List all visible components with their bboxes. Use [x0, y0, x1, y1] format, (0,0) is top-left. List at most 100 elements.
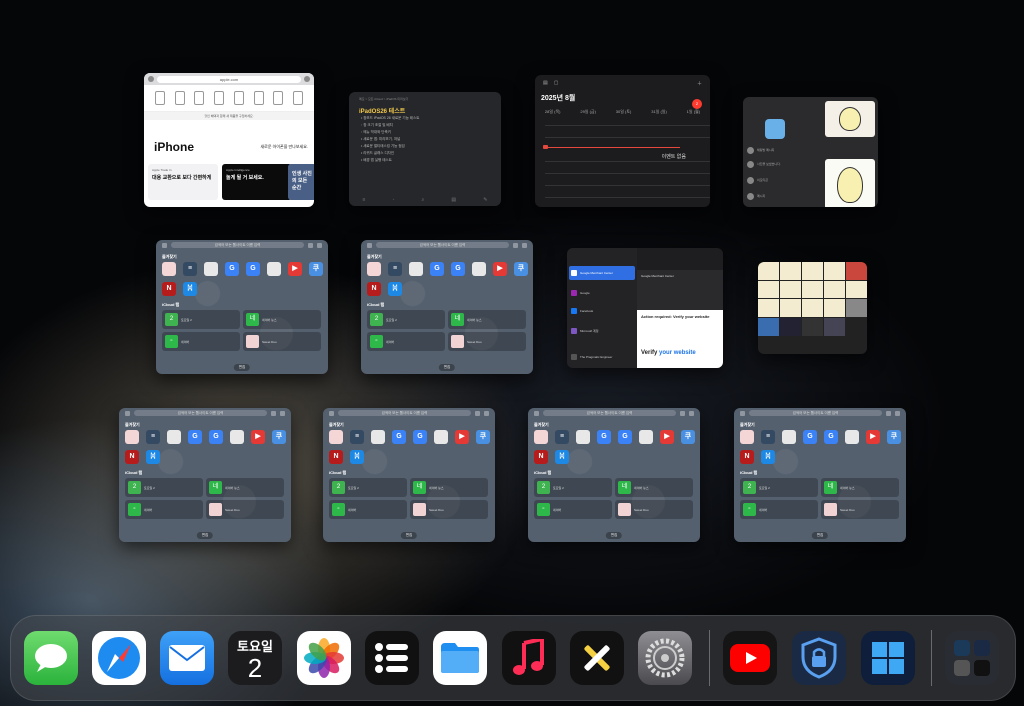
share-icon[interactable]	[308, 242, 313, 248]
favorite-site-icon[interactable]: ≡	[350, 430, 364, 444]
add-icon[interactable]: ＋	[697, 80, 702, 87]
app-library[interactable]	[945, 631, 999, 685]
compose-icon[interactable]: ✎	[483, 197, 487, 203]
favorite-site-icon[interactable]: ▶	[455, 430, 469, 444]
icloud-tab-tile[interactable]: Sweet Duo	[206, 500, 284, 519]
favorite-site-icon[interactable]: ᛞ	[183, 282, 197, 296]
icloud-tab-tile[interactable]: 2 토요일 2	[329, 478, 407, 497]
safari-start-page-window[interactable]: 검색어 또는 웹사이트 이름 입력 즐겨찾기 ≡ G G ▶ 쿠 N ᛞ iCloud 탭 2 토요일…	[528, 408, 700, 542]
favorite-site-icon[interactable]	[740, 430, 754, 444]
favorite-site-icon[interactable]: G	[451, 262, 465, 276]
favorite-site-icon[interactable]: G	[824, 430, 838, 444]
favorite-site-icon[interactable]: G	[246, 262, 260, 276]
vpn-app[interactable]	[792, 631, 846, 685]
favorite-site-icon[interactable]	[167, 430, 181, 444]
kakaotalk-window[interactable]: 채팅방 메시지 사진을 보냈습니다. 이모티콘 메시지	[743, 97, 878, 207]
edit-button[interactable]: 편집	[438, 364, 456, 371]
favorite-site-icon[interactable]: N	[367, 282, 381, 296]
edit-button[interactable]: 편집	[196, 532, 214, 539]
sidebar-icon[interactable]	[534, 410, 539, 416]
favorite-site-icon[interactable]: 쿠	[681, 430, 695, 444]
favorite-site-icon[interactable]: G	[430, 262, 444, 276]
favorite-site-icon[interactable]: G	[188, 430, 202, 444]
favorite-site-icon[interactable]: 쿠	[514, 262, 528, 276]
edit-button[interactable]: 편집	[233, 364, 251, 371]
favorite-site-icon[interactable]	[639, 430, 653, 444]
format-icon[interactable]: ≡	[363, 197, 366, 203]
favorite-site-icon[interactable]	[230, 430, 244, 444]
chat-row[interactable]: 메시지	[747, 191, 805, 201]
xcode-tools-app[interactable]	[570, 631, 624, 685]
edit-button[interactable]: 편집	[605, 532, 623, 539]
intelligence-card[interactable]: Apple Intelligence 놀게 될 거 보세요.	[222, 164, 292, 200]
favorite-site-icon[interactable]: 쿠	[476, 430, 490, 444]
calendar-app[interactable]: 토요일 2	[228, 631, 282, 685]
icloud-tab-tile[interactable]: 네 네이버 뉴스	[615, 478, 693, 497]
favorite-site-icon[interactable]: N	[125, 450, 139, 464]
photos-app[interactable]	[297, 631, 351, 685]
chat-row[interactable]: 이모티콘	[747, 175, 805, 185]
iphone-model-icon[interactable]	[194, 91, 205, 105]
safari-start-page-window[interactable]: 검색어 또는 웹사이트 이름 입력 즐겨찾기 ≡ G G ▶ 쿠 N ᛞ iCloud 탭 2 토요일…	[323, 408, 495, 542]
safari-start-page-window[interactable]: 검색어 또는 웹사이트 이름 입력 즐겨찾기 ≡ G G ▶ 쿠 N ᛞ iCloud 탭 2 토요일…	[156, 240, 328, 374]
iphone-model-icon[interactable]	[214, 91, 225, 105]
sidebar-icon[interactable]	[740, 410, 745, 416]
photo-grid[interactable]	[758, 262, 867, 336]
favorite-site-icon[interactable]: ▶	[493, 262, 507, 276]
airpods-icon[interactable]	[253, 91, 264, 105]
trade-in-card[interactable]: Apple Trade In 대용 교환으로 보다 간편하게	[148, 164, 218, 200]
favorite-site-icon[interactable]: N	[740, 450, 754, 464]
favorite-site-icon[interactable]: ▶	[251, 430, 265, 444]
favorite-site-icon[interactable]: ▶	[660, 430, 674, 444]
time-grid[interactable]: 이벤트 없음	[535, 115, 710, 207]
favorite-site-icon[interactable]: ᛞ	[350, 450, 364, 464]
icloud-tab-tile[interactable]: Sweet Duo	[615, 500, 693, 519]
favorite-site-icon[interactable]: 쿠	[309, 262, 323, 276]
icloud-tab-tile[interactable]: ▫ 네이버	[367, 332, 445, 351]
safari-app[interactable]	[92, 631, 146, 685]
icloud-tab-tile[interactable]: Sweet Duo	[821, 500, 899, 519]
favorite-site-icon[interactable]: G	[618, 430, 632, 444]
favorite-site-icon[interactable]: N	[162, 282, 176, 296]
share-icon[interactable]	[513, 242, 518, 248]
favorite-site-icon[interactable]	[204, 262, 218, 276]
favorite-site-icon[interactable]	[329, 430, 343, 444]
chat-row[interactable]: 채팅방 메시지	[747, 145, 805, 155]
sidebar-icon[interactable]	[148, 76, 154, 82]
iphone-model-icon[interactable]	[174, 91, 185, 105]
icloud-tab-tile[interactable]: 네 네이버 뉴스	[448, 310, 526, 329]
photos-window[interactable]	[758, 262, 867, 354]
messages-app[interactable]	[24, 631, 78, 685]
today-badge[interactable]: 2	[692, 99, 702, 109]
icloud-tab-tile[interactable]: 네 네이버 뉴스	[206, 478, 284, 497]
sticker-image[interactable]	[825, 159, 875, 207]
icloud-tab-tile[interactable]: Sweet Duo	[410, 500, 488, 519]
share-icon[interactable]	[304, 76, 310, 82]
search-icon[interactable]: ⌕	[421, 197, 424, 203]
icloud-tab-tile[interactable]: Sweet Duo	[243, 332, 321, 351]
icloud-tab-tile[interactable]: Sweet Duo	[448, 332, 526, 351]
new-tab-icon[interactable]	[895, 410, 900, 416]
music-app[interactable]	[502, 631, 556, 685]
favorite-site-icon[interactable]: ᛞ	[388, 282, 402, 296]
favorite-site-icon[interactable]: G	[597, 430, 611, 444]
favorite-site-icon[interactable]: 쿠	[887, 430, 901, 444]
favorite-site-icon[interactable]: N	[534, 450, 548, 464]
favorite-site-icon[interactable]	[576, 430, 590, 444]
favorite-site-icon[interactable]: G	[225, 262, 239, 276]
accessory-icon[interactable]	[293, 91, 304, 105]
icloud-tab-tile[interactable]: 2 토요일 2	[740, 478, 818, 497]
favorite-site-icon[interactable]	[125, 430, 139, 444]
edit-button[interactable]: 편집	[400, 532, 418, 539]
sidebar-icon[interactable]	[367, 242, 372, 248]
sticker-image[interactable]	[825, 101, 875, 137]
table-icon[interactable]: ▤	[451, 197, 456, 203]
new-tab-icon[interactable]	[689, 410, 694, 416]
address-bar[interactable]: apple.com	[157, 75, 301, 83]
safari-start-page-window[interactable]: 검색어 또는 웹사이트 이름 입력 즐겨찾기 ≡ G G ▶ 쿠 N ᛞ iCloud 탭 2 토요일…	[119, 408, 291, 542]
favorite-site-icon[interactable]	[434, 430, 448, 444]
icloud-tab-tile[interactable]: 네 네이버 뉴스	[410, 478, 488, 497]
address-bar[interactable]: 검색어 또는 웹사이트 이름 입력	[338, 410, 471, 416]
favorite-site-icon[interactable]	[162, 262, 176, 276]
favorite-site-icon[interactable]: ≡	[183, 262, 197, 276]
